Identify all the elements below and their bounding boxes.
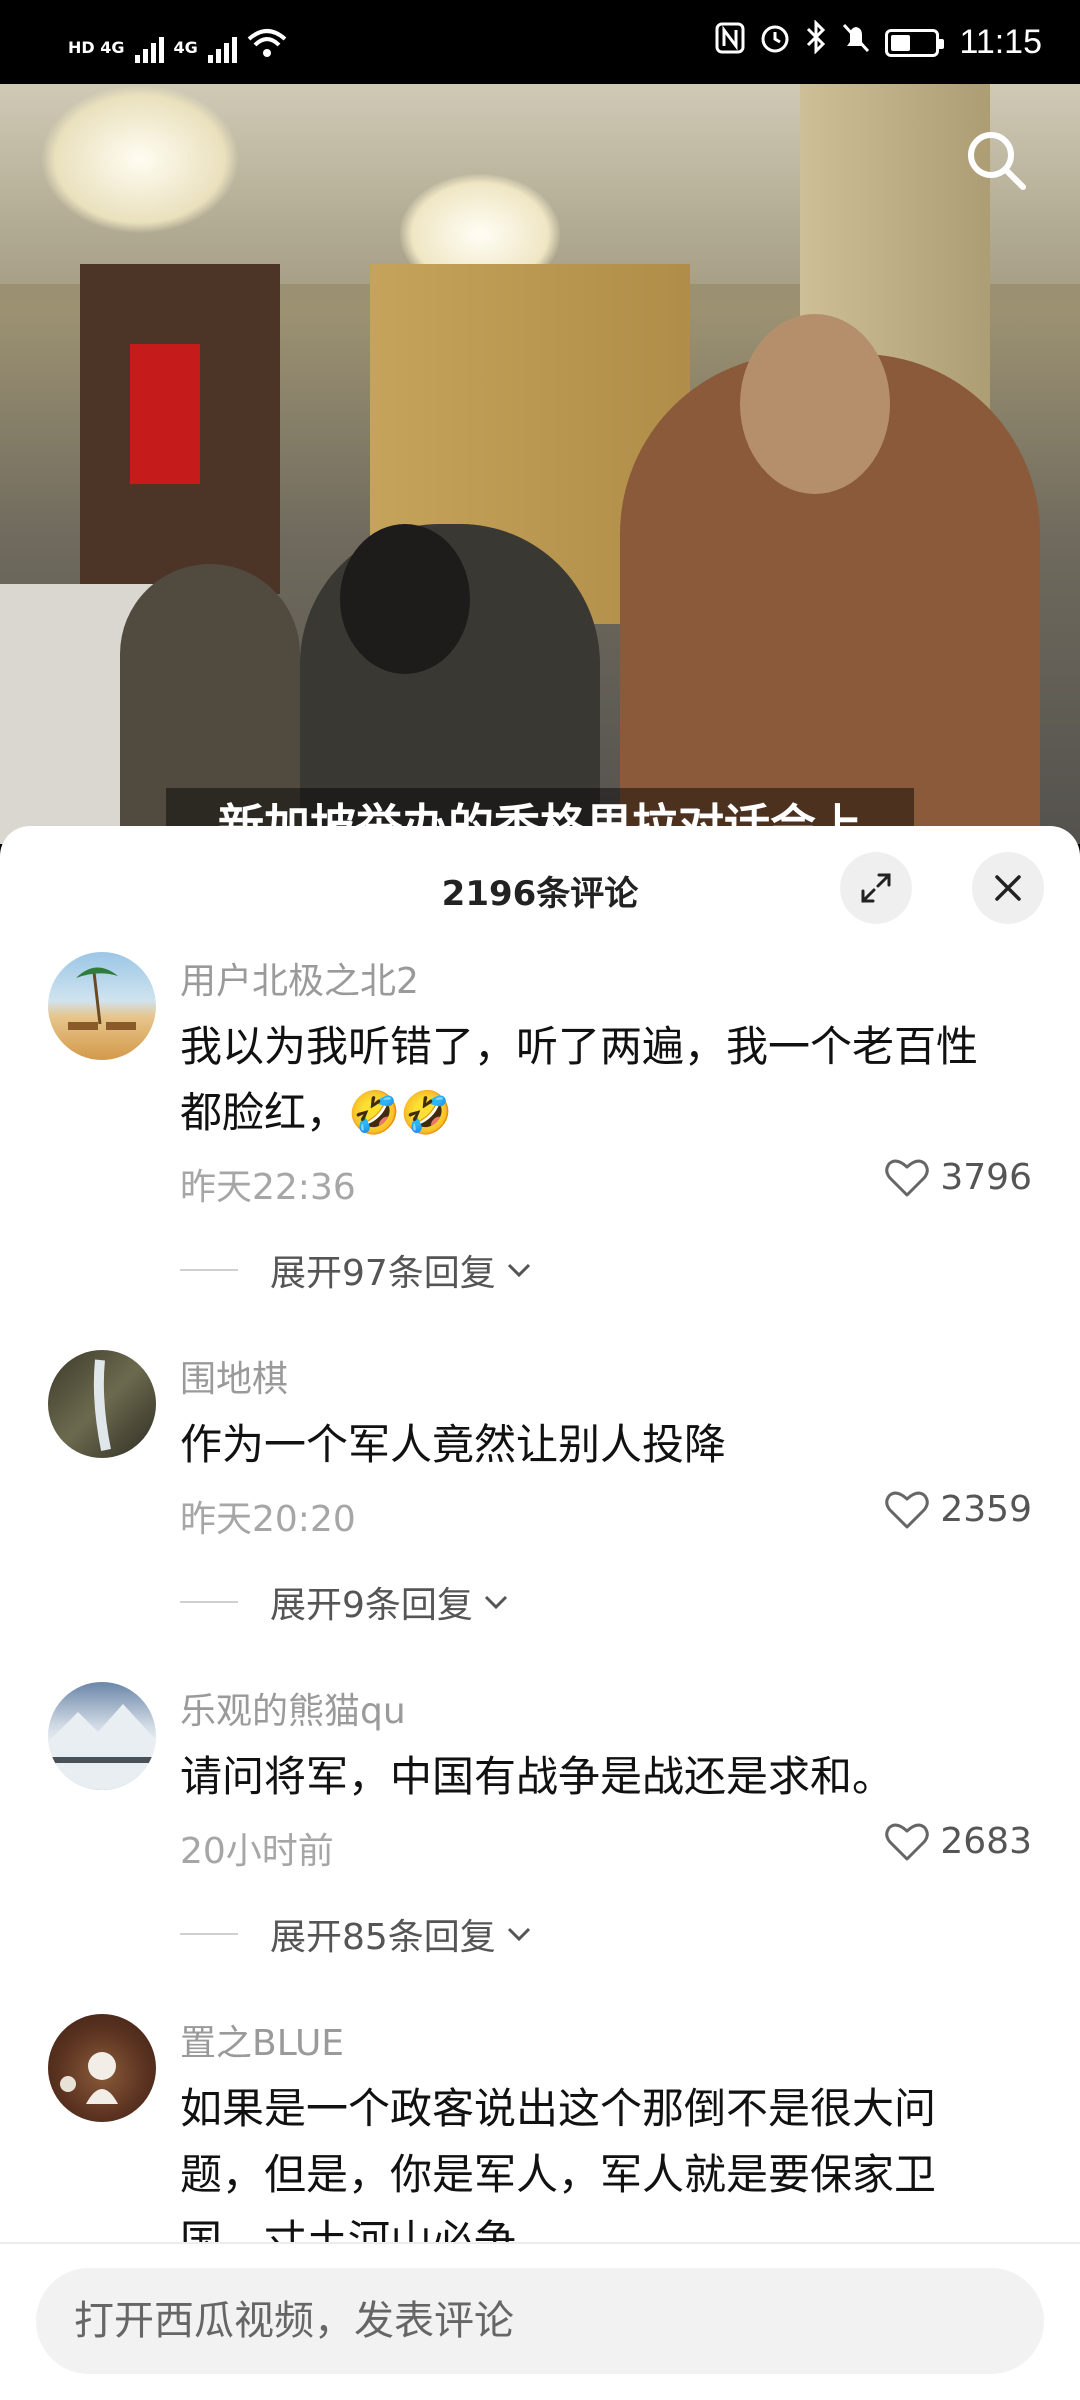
avatar[interactable] [48, 1682, 156, 1790]
video-player[interactable]: 新加坡举办的香格里拉对话会上 [0, 84, 1080, 844]
expand-icon [861, 873, 891, 903]
clock: 11:15 [959, 23, 1042, 61]
heart-icon [885, 1159, 930, 1197]
alarm-icon [759, 21, 791, 65]
wifi-icon [247, 26, 287, 70]
mute-icon [841, 21, 871, 65]
divider [180, 1933, 238, 1935]
close-icon [995, 875, 1021, 901]
like-count: 2683 [940, 1820, 1032, 1862]
system-icons: 11:15 [715, 19, 1042, 65]
comment-time: 20小时前 [180, 1831, 334, 1872]
signal-icon [134, 33, 164, 63]
heart-icon [885, 1491, 930, 1529]
bluetooth-icon [805, 19, 827, 65]
like-button[interactable]: 2683 [882, 1816, 1032, 1866]
network-label-left: HD 4G [68, 38, 125, 57]
comment-username[interactable]: 用户北极之北2 [180, 952, 419, 1004]
expand-replies-button[interactable]: 展开85条回复 [180, 1908, 536, 1960]
comment-time: 昨天20:20 [180, 1499, 356, 1540]
comments-count-title: 2196条评论 [441, 874, 639, 914]
comment-text: 我以为我听错了，听了两遍，我一个老百性都脸红，🤣🤣 [180, 1022, 979, 1137]
chevron-down-icon [507, 1263, 530, 1278]
network-status: HD 4G 4G [68, 26, 287, 70]
avatar[interactable] [48, 1350, 156, 1458]
video-scene-flag [130, 344, 200, 484]
search-icon [968, 132, 1026, 190]
video-scene-person-head [740, 314, 890, 494]
divider [180, 1269, 238, 1271]
comment-username[interactable]: 围地棋 [180, 1350, 288, 1402]
video-scene-chandelier [40, 84, 240, 234]
expand-replies-label: 展开9条回复 [270, 1585, 473, 1626]
expand-button[interactable] [840, 852, 912, 924]
network-label-right: 4G [173, 38, 198, 57]
comment-input[interactable]: 打开西瓜视频，发表评论 [36, 2268, 1044, 2374]
comment-username[interactable]: 乐观的熊猫qu [180, 1682, 406, 1734]
avatar[interactable] [48, 952, 156, 1060]
status-bar: HD 4G 4G 11:15 [0, 0, 1080, 84]
divider [180, 1601, 238, 1603]
comment-username[interactable]: 置之BLUE [180, 2014, 344, 2066]
chevron-down-icon [507, 1927, 530, 1942]
expand-replies-button[interactable]: 展开9条回复 [180, 1576, 513, 1628]
comment-compose-bar: 打开西瓜视频，发表评论 [0, 2242, 1080, 2400]
comments-list[interactable]: 用户北极之北2 我以为我听错了，听了两遍，我一个老百性都脸红，🤣🤣 昨天22:3… [0, 922, 1080, 2242]
expand-replies-button[interactable]: 展开97条回复 [180, 1244, 536, 1296]
comments-sheet: 2196条评论 用户北极之北2 我以为我听错了，听了两遍，我一个老百性都脸红，🤣… [0, 826, 1080, 2400]
like-button[interactable]: 3796 [882, 1152, 1032, 1202]
signal-icon-2 [207, 33, 237, 63]
close-button[interactable] [972, 852, 1044, 924]
like-button[interactable]: 2359 [882, 1484, 1032, 1534]
avatar[interactable] [48, 2014, 156, 2122]
search-button[interactable] [958, 122, 1034, 198]
video-scene-person-head [340, 524, 470, 674]
chevron-down-icon [484, 1595, 507, 1610]
comment-time: 昨天22:36 [180, 1167, 356, 1208]
like-count: 3796 [940, 1156, 1032, 1198]
expand-replies-label: 展开97条回复 [270, 1253, 496, 1294]
nfc-icon [715, 21, 745, 65]
comment-text: 请问将军，中国有战争是战还是求和。 [180, 1752, 895, 1801]
comment-text: 如果是一个政客说出这个那倒不是很大问题，但是，你是军人，军人就是要保家卫国，寸土… [180, 2084, 937, 2242]
battery-icon [885, 28, 945, 57]
like-count: 2359 [940, 1488, 1032, 1530]
heart-icon [885, 1823, 930, 1861]
expand-replies-label: 展开85条回复 [270, 1917, 496, 1958]
comment-text: 作为一个军人竟然让别人投降 [180, 1420, 727, 1469]
battery-fill [891, 34, 911, 51]
